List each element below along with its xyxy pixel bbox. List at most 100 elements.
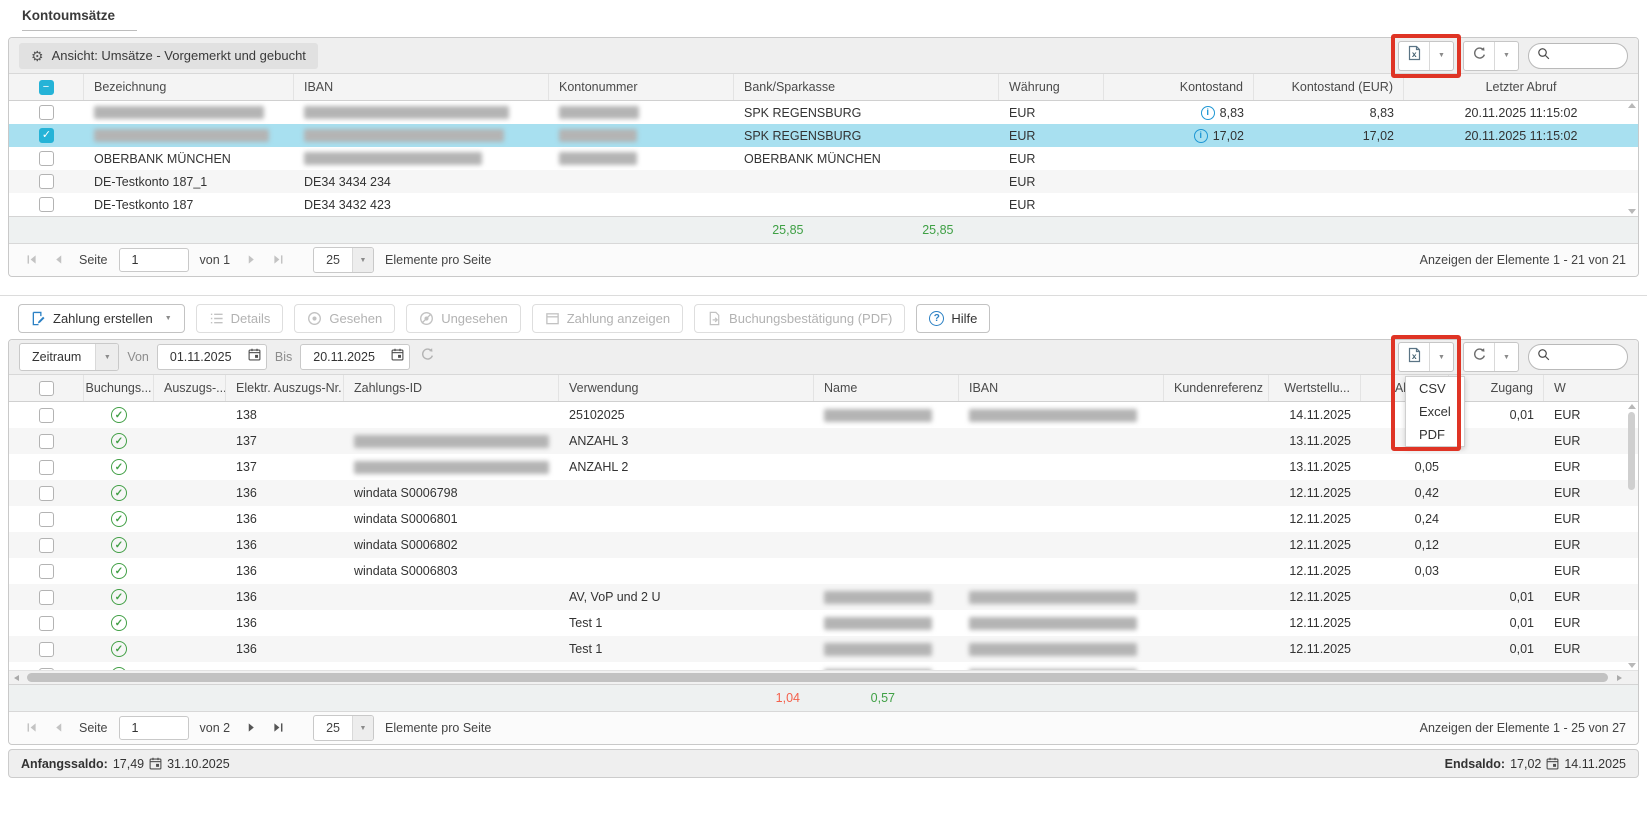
export-dropdown-button[interactable]: ▼ [1429, 42, 1453, 70]
cell-wertstellung: 13.11.2025 [1269, 428, 1361, 454]
accounts-vertical-scrollbar[interactable] [1626, 103, 1637, 214]
export-menu-item-excel[interactable]: Excel [1406, 400, 1464, 423]
pager-first-button[interactable] [21, 250, 41, 270]
date-from-input[interactable] [168, 349, 244, 365]
account-row[interactable]: ✓SPK REGENSBURGEURi17,0217,0220.11.2025 … [9, 124, 1638, 147]
scrollbar-thumb[interactable] [1628, 412, 1635, 490]
pager-last-button[interactable] [268, 250, 288, 270]
account-row[interactable]: OBERBANK MÜNCHENOBERBANK MÜNCHENEUR [9, 147, 1638, 170]
row-checkbox-cell [9, 506, 84, 532]
action-button-zahlung-erstellen[interactable]: Zahlung erstellen▼ [18, 304, 185, 333]
row-checkbox[interactable]: ✓ [39, 128, 54, 143]
export-menu: CSVExcelPDF [1405, 376, 1465, 447]
select-all-checkbox[interactable]: − [39, 80, 54, 95]
info-icon[interactable]: i [1194, 129, 1208, 143]
transaction-row[interactable]: ✓136windata S000680212.11.20250,12EUR [9, 532, 1638, 558]
cell-status: ✓ [84, 610, 154, 636]
account-row[interactable]: SPK REGENSBURGEURi8,838,8320.11.2025 11:… [9, 101, 1638, 124]
horizontal-scrollbar[interactable] [9, 670, 1638, 684]
page-size-select[interactable]: 25 ▼ [313, 715, 374, 741]
cell-status: ✓ [84, 532, 154, 558]
row-checkbox-cell [9, 101, 84, 124]
transaction-row[interactable]: ✓1382510202514.11.20250,01EUR [9, 402, 1638, 428]
date-to-input[interactable] [311, 349, 387, 365]
refresh-dropdown-button[interactable]: ▼ [1494, 42, 1518, 70]
transaction-row[interactable]: ✓136AV, VoP und 2 U12.11.20250,01EUR [9, 584, 1638, 610]
row-checkbox[interactable] [39, 564, 54, 579]
row-checkbox[interactable] [39, 151, 54, 166]
row-checkbox[interactable] [39, 408, 54, 423]
row-checkbox[interactable] [39, 538, 54, 553]
transaction-row[interactable]: ✓136windata S000680112.11.20250,24EUR [9, 506, 1638, 532]
column-header: Währung [999, 74, 1104, 100]
action-button-gesehen: Gesehen [294, 304, 395, 333]
account-row[interactable]: DE-Testkonto 187_1DE34 3434 234EUR [9, 170, 1638, 193]
export-menu-item-pdf[interactable]: PDF [1406, 423, 1464, 446]
cell-auszug [154, 636, 226, 662]
transaction-row[interactable]: ✓137ANZAHL 313.11.20250,06EUR [9, 428, 1638, 454]
transactions-vertical-scrollbar[interactable] [1626, 404, 1637, 668]
endsaldo-value: 17,02 [1510, 757, 1541, 771]
transactions-search-input[interactable] [1555, 349, 1621, 365]
view-settings-button[interactable]: ⚙ Ansicht: Umsätze - Vorgemerkt und gebu… [19, 43, 318, 69]
row-checkbox[interactable] [39, 616, 54, 631]
pager-next-button[interactable] [241, 718, 261, 738]
refresh-button[interactable] [1464, 343, 1494, 371]
action-button-hilfe[interactable]: ?Hilfe [916, 304, 990, 333]
page-size-select[interactable]: 25 ▼ [313, 247, 374, 273]
calendar-icon[interactable] [248, 348, 261, 366]
row-checkbox[interactable] [39, 512, 54, 527]
export-button[interactable]: x [1399, 42, 1429, 70]
transaction-row[interactable]: ✓136windata S000679812.11.20250,42EUR [9, 480, 1638, 506]
transaction-row[interactable]: ✓136Test 112.11.20250,01EUR [9, 636, 1638, 662]
scroll-down-icon[interactable] [1628, 209, 1636, 214]
account-row[interactable]: DE-Testkonto 187DE34 3432 423EUR [9, 193, 1638, 216]
scroll-up-icon[interactable] [1628, 103, 1636, 108]
scroll-right-icon[interactable] [1617, 675, 1622, 681]
row-checkbox[interactable] [39, 642, 54, 657]
cell-zugang [1449, 532, 1544, 558]
scroll-down-icon[interactable] [1628, 663, 1636, 668]
zeitraum-select[interactable]: Zeitraum ▼ [19, 343, 119, 371]
cell-iban [294, 124, 549, 147]
scroll-up-icon[interactable] [1628, 404, 1636, 409]
page-number-input[interactable] [119, 716, 189, 740]
row-checkbox[interactable] [39, 590, 54, 605]
cell-status: ✓ [84, 636, 154, 662]
row-checkbox[interactable] [39, 197, 54, 212]
row-checkbox[interactable] [39, 460, 54, 475]
pager-prev-button[interactable] [48, 250, 68, 270]
pager-next-button[interactable] [241, 250, 261, 270]
row-checkbox[interactable] [39, 174, 54, 189]
transaction-row[interactable]: ✓137ANZAHL 213.11.20250,05EUR [9, 454, 1638, 480]
transaction-row[interactable]: ✓136windata S000680312.11.20250,03EUR [9, 558, 1638, 584]
row-checkbox[interactable] [39, 486, 54, 501]
export-menu-item-csv[interactable]: CSV [1406, 377, 1464, 400]
info-icon[interactable]: i [1201, 106, 1215, 120]
row-checkbox-cell [9, 147, 84, 170]
cell-wertstellung: 12.11.2025 [1269, 584, 1361, 610]
row-checkbox[interactable] [39, 105, 54, 120]
pager-last-button[interactable] [268, 718, 288, 738]
refresh-dropdown-button[interactable]: ▼ [1494, 343, 1518, 371]
cell-abgang: 0,03 [1361, 558, 1449, 584]
refresh-button[interactable] [1464, 42, 1494, 70]
filter-refresh-button[interactable] [420, 347, 435, 367]
row-checkbox[interactable] [39, 434, 54, 449]
section-divider [0, 295, 1647, 296]
cell-abgang [1361, 584, 1449, 610]
select-all-checkbox[interactable] [39, 381, 54, 396]
redacted-text [94, 106, 264, 119]
export-dropdown-button[interactable]: ▼ [1429, 343, 1453, 371]
scrollbar-thumb[interactable] [27, 673, 1608, 682]
endsaldo-label: Endsaldo: [1445, 757, 1505, 771]
pager-first-button[interactable] [21, 718, 41, 738]
pager-prev-button[interactable] [48, 718, 68, 738]
accounts-search-input[interactable] [1555, 48, 1621, 64]
export-button[interactable]: x [1399, 343, 1429, 371]
transaction-row[interactable]: ✓136Test 112.11.20250,01EUR [9, 662, 1638, 670]
page-number-input[interactable] [119, 248, 189, 272]
calendar-icon[interactable] [391, 348, 404, 366]
scroll-left-icon[interactable] [14, 675, 19, 681]
transaction-row[interactable]: ✓136Test 112.11.20250,01EUR [9, 610, 1638, 636]
